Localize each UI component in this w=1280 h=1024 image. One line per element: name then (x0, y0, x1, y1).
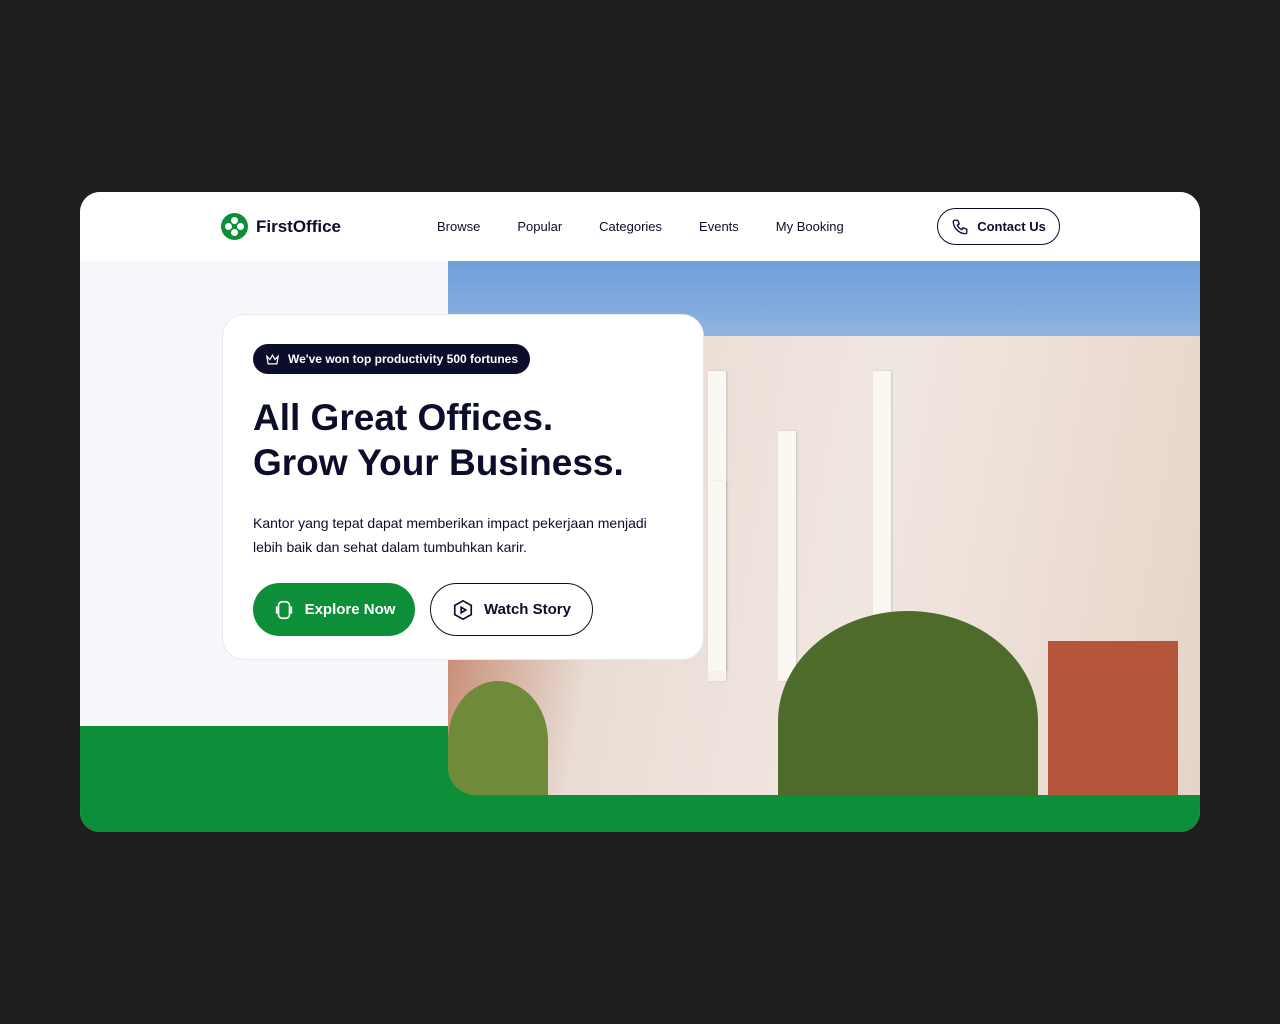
top-navbar: FirstOffice Browse Popular Categories Ev… (80, 192, 1200, 261)
nav-popular[interactable]: Popular (517, 219, 562, 234)
crown-icon (265, 353, 280, 364)
hero-description: Kantor yang tepat dapat memberikan impac… (253, 515, 647, 555)
nav-browse[interactable]: Browse (437, 219, 480, 234)
explore-icon (275, 600, 292, 619)
play-hexagon-icon (453, 599, 473, 620)
brand-logo[interactable]: FirstOffice (221, 213, 341, 240)
nav-my-booking[interactable]: My Booking (776, 219, 844, 234)
watch-story-button[interactable]: Watch Story (430, 583, 593, 636)
watch-story-label: Watch Story (484, 601, 571, 618)
nav-categories[interactable]: Categories (599, 219, 662, 234)
title-line-1: All Great Offices. (253, 397, 554, 438)
hero-title: All Great Offices. Grow Your Business. (253, 395, 673, 485)
logo-icon (221, 213, 248, 240)
main-menu: Browse Popular Categories Events My Book… (437, 219, 844, 234)
nav-events[interactable]: Events (699, 219, 739, 234)
badge-text: We've won top productivity 500 fortunes (288, 352, 518, 366)
contact-us-label: Contact Us (977, 219, 1046, 234)
landing-page: FirstOffice Browse Popular Categories Ev… (80, 192, 1200, 832)
brand-name: FirstOffice (256, 216, 342, 236)
contact-us-button[interactable]: Contact Us (937, 208, 1060, 245)
award-badge: We've won top productivity 500 fortunes (253, 344, 530, 374)
phone-icon (952, 219, 968, 234)
title-line-2: Grow Your Business. (253, 442, 624, 483)
hero-card: We've won top productivity 500 fortunes … (222, 314, 704, 660)
explore-now-label: Explore Now (304, 601, 396, 618)
explore-now-button[interactable]: Explore Now (253, 583, 415, 636)
